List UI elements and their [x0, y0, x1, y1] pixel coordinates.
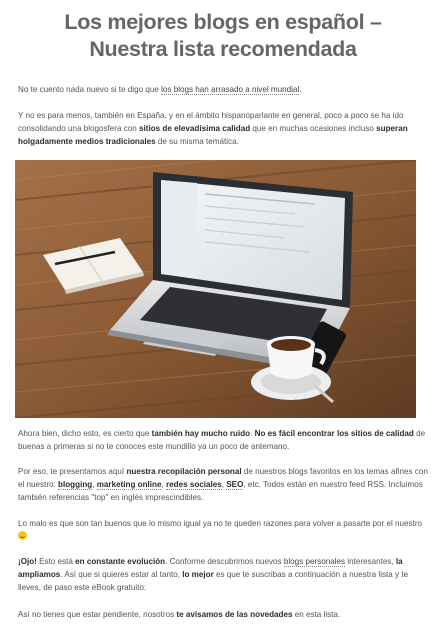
text: . Conforme descubrimos nuevos	[165, 557, 284, 566]
blogs-personales-link[interactable]: blogs personales	[283, 557, 346, 567]
blogosphere-paragraph: Y no es para menos, también en España, y…	[18, 110, 430, 149]
text: No te cuento nada nuevo si te digo que	[18, 85, 162, 94]
text: en esta lista.	[292, 610, 341, 619]
recopilacion-paragraph: Por eso, te presentamos aquí nuestra rec…	[18, 466, 430, 505]
emphasis: lo mejor	[182, 569, 214, 579]
text: Esto está	[36, 557, 76, 566]
seo-link[interactable]: SEO	[226, 479, 244, 490]
text: Ahora bien, dicho esto, es cierto que	[18, 429, 152, 438]
title-line-1: Los mejores blogs en español –	[64, 10, 382, 34]
blogging-link[interactable]: blogging	[58, 479, 93, 490]
emphasis: ¡Ojo!	[18, 557, 37, 566]
text: que en muchas ocasiones incluso	[250, 123, 377, 133]
blogs-arrasado-link[interactable]: los blogs han arrasado a nivel mundial	[161, 85, 300, 95]
title-line-2: Nuestra lista recomendada	[89, 37, 357, 61]
redes-sociales-link[interactable]: redes sociales	[165, 479, 222, 490]
hero-image	[15, 160, 416, 418]
evolucion-paragraph: ¡Ojo! Esto está en constante evolución. …	[18, 556, 430, 595]
text: Lo malo es que son tan buenos que lo mis…	[18, 519, 423, 528]
laptop-coffee-photo	[15, 160, 416, 418]
text: . Así que si quieres estar al tanto,	[60, 569, 183, 579]
emphasis: No es fácil encontrar los sitios de cali…	[254, 429, 414, 438]
emphasis: te avisamos de las novedades	[176, 610, 293, 619]
intro-paragraph: No te cuento nada nuevo si te digo que l…	[18, 84, 430, 97]
text: de su misma temática.	[155, 136, 239, 146]
novedades-paragraph: Así no tienes que estar pendiente, nosot…	[18, 609, 430, 622]
page-title: Los mejores blogs en español – Nuestra l…	[18, 9, 428, 63]
article: Los mejores blogs en español – Nuestra l…	[0, 0, 446, 640]
emphasis: nuestra recopilación personal	[126, 467, 242, 476]
emphasis: sitios de elevadísima calidad	[139, 123, 251, 133]
text: .	[299, 85, 302, 94]
text: Así no tienes que estar pendiente, nosot…	[18, 610, 177, 619]
noise-paragraph: Ahora bien, dicho esto, es cierto que ta…	[18, 428, 430, 454]
marketing-online-link[interactable]: marketing online	[96, 479, 162, 490]
smile-icon	[18, 530, 27, 540]
emphasis: en constante evolución	[75, 557, 166, 566]
text: interesantes,	[345, 557, 396, 566]
text: Por eso, te presentamos aquí	[18, 467, 127, 476]
razones-paragraph: Lo malo es que son tan buenos que lo mis…	[18, 518, 430, 544]
emphasis: también hay mucho ruido	[151, 429, 251, 438]
